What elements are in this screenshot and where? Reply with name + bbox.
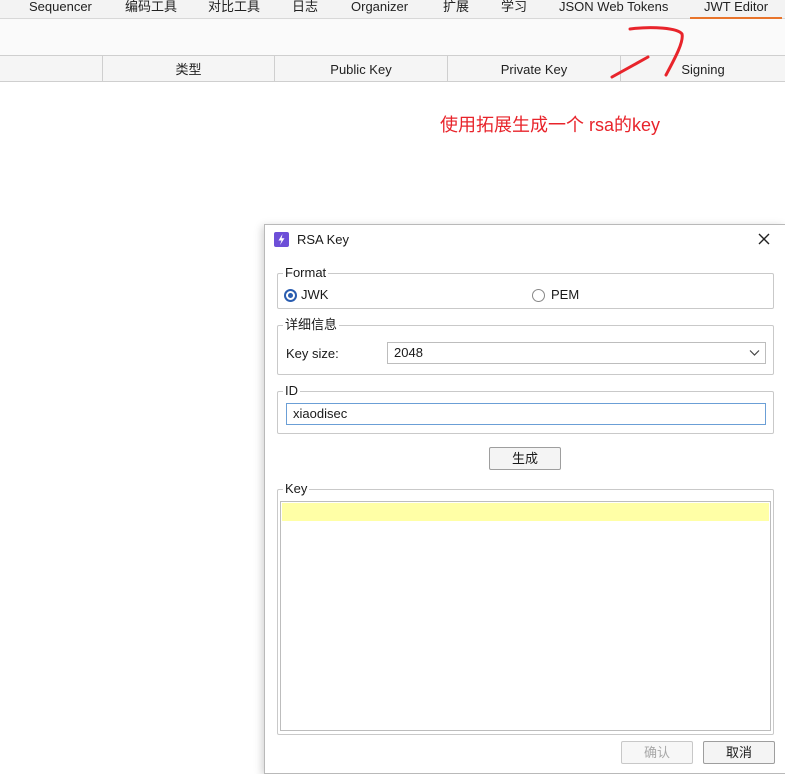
tab-encoder[interactable]: 编码工具: [125, 0, 177, 17]
radio-jwk-label[interactable]: JWK: [301, 287, 328, 302]
generate-button[interactable]: 生成: [489, 447, 561, 470]
radio-pem[interactable]: [532, 289, 545, 302]
tab-comparer[interactable]: 对比工具: [208, 0, 260, 17]
id-group: ID xiaodisec: [277, 383, 774, 434]
key-group: Key: [277, 481, 774, 735]
close-icon[interactable]: [755, 230, 773, 248]
key-size-label: Key size:: [286, 346, 339, 361]
radio-pem-label[interactable]: PEM: [551, 287, 579, 302]
column-header-private-key[interactable]: Private Key: [447, 56, 620, 81]
key-current-line-highlight: [282, 503, 769, 521]
column-header-type[interactable]: 类型: [102, 56, 274, 81]
annotation-arrow-icon: [610, 26, 684, 79]
ok-button[interactable]: 确认: [621, 741, 693, 764]
id-input[interactable]: xiaodisec: [286, 403, 766, 425]
tab-organizer[interactable]: Organizer: [351, 0, 408, 17]
key-size-value: 2048: [394, 345, 423, 360]
chevron-down-icon: [749, 350, 760, 356]
format-group: Format JWK PEM: [277, 265, 774, 309]
key-size-select[interactable]: 2048: [387, 342, 766, 364]
format-legend: Format: [283, 265, 329, 281]
dialog-title: RSA Key: [297, 232, 350, 247]
main-tab-bar: Sequencer 编码工具 对比工具 日志 Organizer 扩展 学习 J…: [0, 0, 785, 19]
details-group: 详细信息 Key size: 2048: [277, 317, 774, 375]
tab-json-web-tokens[interactable]: JSON Web Tokens: [559, 0, 668, 17]
id-legend: ID: [283, 383, 300, 399]
tab-extensions[interactable]: 扩展: [443, 0, 469, 17]
rsa-key-dialog: RSA Key Format JWK PEM 详细信息 Key size: 20…: [264, 224, 785, 774]
column-header-public-key[interactable]: Public Key: [274, 56, 447, 81]
details-legend: 详细信息: [283, 317, 340, 333]
key-textarea[interactable]: [280, 501, 771, 731]
tab-sequencer[interactable]: Sequencer: [29, 0, 92, 17]
tab-logger[interactable]: 日志: [292, 0, 318, 17]
radio-jwk[interactable]: [284, 289, 297, 302]
annotation-text: 使用拓展生成一个 rsa的key: [440, 115, 661, 135]
cancel-button[interactable]: 取消: [703, 741, 775, 764]
jwt-editor-icon: [274, 232, 289, 247]
tab-learn[interactable]: 学习: [501, 0, 527, 17]
tab-jwt-editor[interactable]: JWT Editor: [689, 0, 783, 19]
key-legend: Key: [283, 481, 310, 497]
